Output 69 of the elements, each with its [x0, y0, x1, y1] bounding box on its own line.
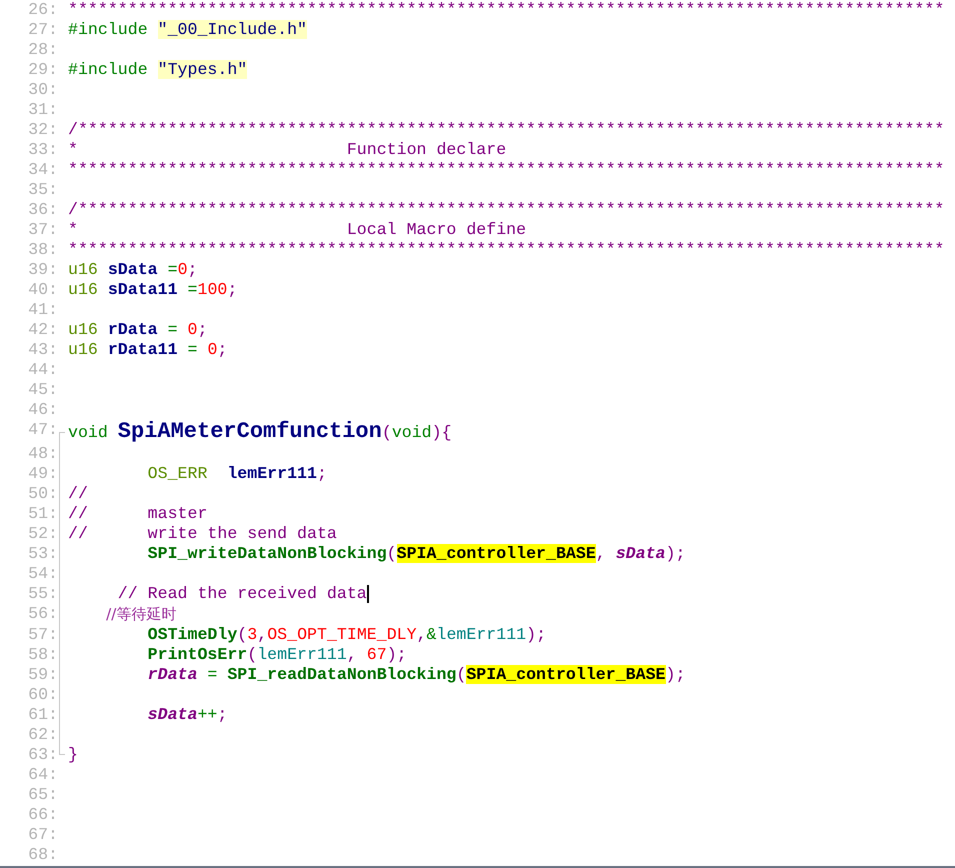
code-line: #include "Types.h": [68, 60, 248, 80]
code-line: void SpiAMeterComfunction(void){: [68, 420, 452, 444]
code-line: * Local Macro define: [68, 220, 526, 240]
line-number: 45:: [27, 380, 58, 400]
line-number: 47:: [27, 420, 58, 441]
line-number: 58:: [27, 645, 58, 665]
line-number: 27:: [27, 20, 58, 40]
line-number: 43:: [27, 340, 58, 360]
code-line: // master: [68, 504, 208, 524]
code-line: // write the send data: [68, 524, 337, 544]
line-number: 42:: [27, 320, 58, 340]
line-number: 55:: [27, 584, 58, 604]
line-number: 52:: [27, 524, 58, 544]
line-number: 41:: [27, 300, 58, 320]
code-line: //: [68, 484, 88, 504]
code-line: u16 rData11 = 0;: [68, 340, 228, 360]
line-number: 51:: [27, 504, 58, 524]
line-number: 29:: [27, 60, 58, 80]
code-line: sData++;: [146, 705, 228, 725]
code-line: * Function declare: [68, 140, 506, 160]
code-line: u16 sData11 =100;: [68, 280, 238, 300]
line-number: 62:: [27, 725, 58, 745]
line-number: 35:: [27, 180, 58, 200]
line-number: 57:: [27, 625, 58, 645]
code-line: ****************************************************************************************: [68, 0, 944, 20]
line-number: 65:: [27, 785, 58, 805]
line-number: 30:: [27, 80, 58, 100]
code-line: rData = SPI_readDataNonBlocking(SPIA_controller_BASE);: [146, 665, 686, 685]
line-number: 53:: [27, 544, 58, 564]
line-number: 28:: [27, 40, 58, 60]
line-number: 38:: [27, 240, 58, 260]
line-number: 66:: [27, 805, 58, 825]
line-number: 48:: [27, 444, 58, 464]
line-number: 44:: [27, 360, 58, 380]
line-number: 67:: [27, 825, 58, 845]
line-number: 50:: [27, 484, 58, 504]
code-line: PrintOsErr(lemErr111, 67);: [146, 645, 407, 665]
line-number: 31:: [27, 100, 58, 120]
code-line: ****************************************************************************************: [68, 240, 944, 260]
line-number: 46:: [27, 400, 58, 420]
code-line: ****************************************************************************************: [68, 160, 944, 180]
code-line: /***************************************************************************************: [68, 200, 944, 220]
line-number: 54:: [27, 564, 58, 584]
code-line: #include "_00_Include.h": [68, 20, 307, 40]
line-number: 56:: [27, 604, 58, 625]
code-line: u16 sData =0;: [68, 260, 198, 280]
code-line: u16 rData = 0;: [68, 320, 208, 340]
line-number: 39:: [27, 260, 58, 280]
line-number: 32:: [27, 120, 58, 140]
code-line: /***************************************************************************************: [68, 120, 944, 140]
line-number: 33:: [27, 140, 58, 160]
line-number: 59:: [27, 665, 58, 685]
code-line: // Read the received data: [116, 584, 367, 604]
line-number: 36:: [27, 200, 58, 220]
line-number: 68:: [27, 845, 58, 865]
code-line: }: [68, 745, 78, 765]
line-number: 40:: [27, 280, 58, 300]
line-number: 49:: [27, 464, 58, 484]
code-line: OSTimeDly(3,OS_OPT_TIME_DLY,&lemErr111);: [146, 625, 546, 645]
code-line: //等待延时: [105, 604, 176, 625]
code-line: OS_ERR lemErr111;: [146, 464, 327, 484]
line-number: 26:: [27, 0, 58, 20]
code-line: SPI_writeDataNonBlocking(SPIA_controller_BASE, sData);: [146, 544, 686, 564]
line-number: 37:: [27, 220, 58, 240]
line-number: 61:: [27, 705, 58, 725]
line-number: 64:: [27, 765, 58, 785]
line-number: 60:: [27, 685, 58, 705]
line-number: 63:: [27, 745, 58, 765]
line-number: 34:: [27, 160, 58, 180]
